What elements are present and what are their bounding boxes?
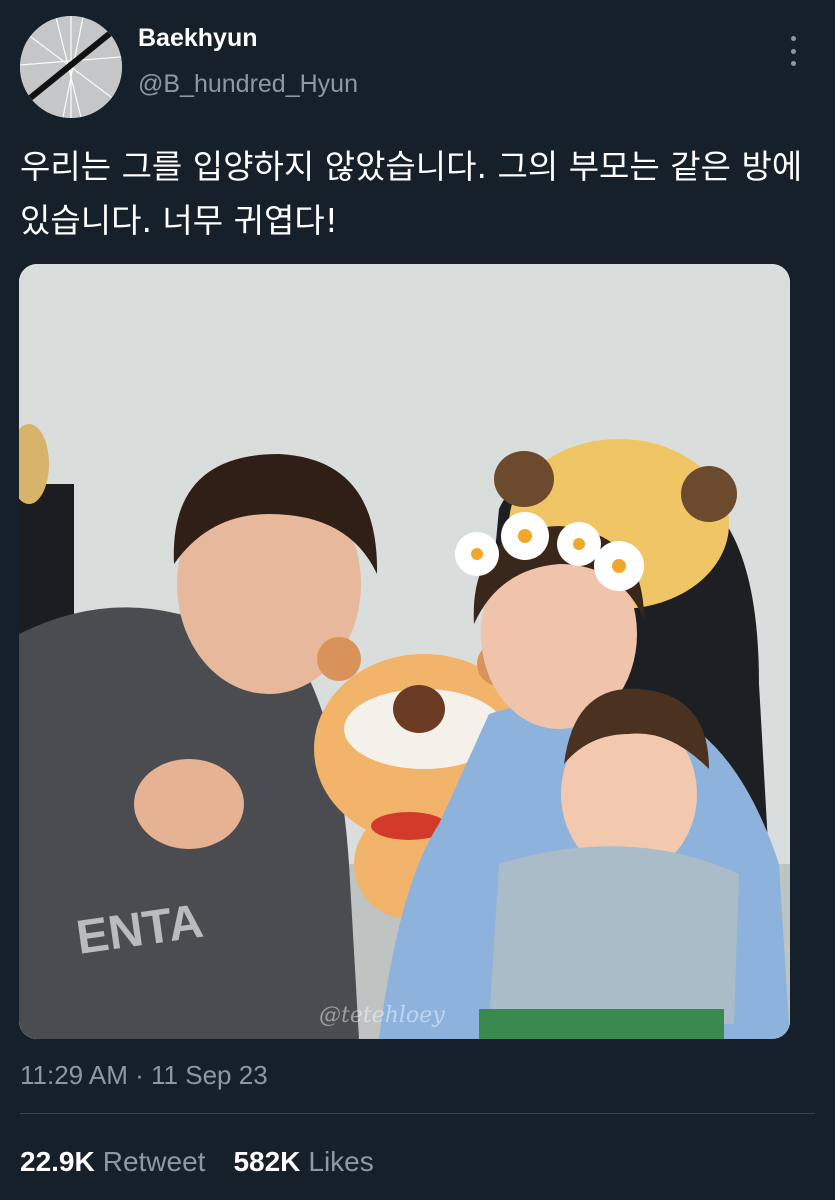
- display-name[interactable]: Baekhyun: [138, 24, 257, 53]
- tweet-photo[interactable]: ENTA @tetehloey: [19, 264, 790, 1039]
- tweet-timestamp[interactable]: 11:29 AM · 11 Sep 23: [20, 1060, 268, 1091]
- retweet-stat[interactable]: 22.9K Retweet: [20, 1146, 205, 1178]
- retweet-label: Retweet: [102, 1146, 206, 1177]
- avatar[interactable]: [20, 16, 122, 118]
- more-vertical-icon[interactable]: [780, 36, 806, 66]
- likes-label: Likes: [308, 1146, 374, 1177]
- photo-watermark: @tetehloey: [319, 1003, 445, 1028]
- retweet-count: 22.9K: [20, 1146, 95, 1177]
- user-handle[interactable]: @B_hundred_Hyun: [138, 70, 358, 99]
- tweet-stats: 22.9K Retweet 582K Likes: [20, 1146, 374, 1178]
- avatar-image: [20, 16, 122, 118]
- likes-stat[interactable]: 582K Likes: [233, 1146, 373, 1178]
- tweet-text: 우리는 그를 입양하지 않았습니다. 그의 부모는 같은 방에 있습니다. 너무…: [20, 147, 803, 240]
- likes-count: 582K: [233, 1146, 301, 1177]
- divider: [20, 1113, 815, 1114]
